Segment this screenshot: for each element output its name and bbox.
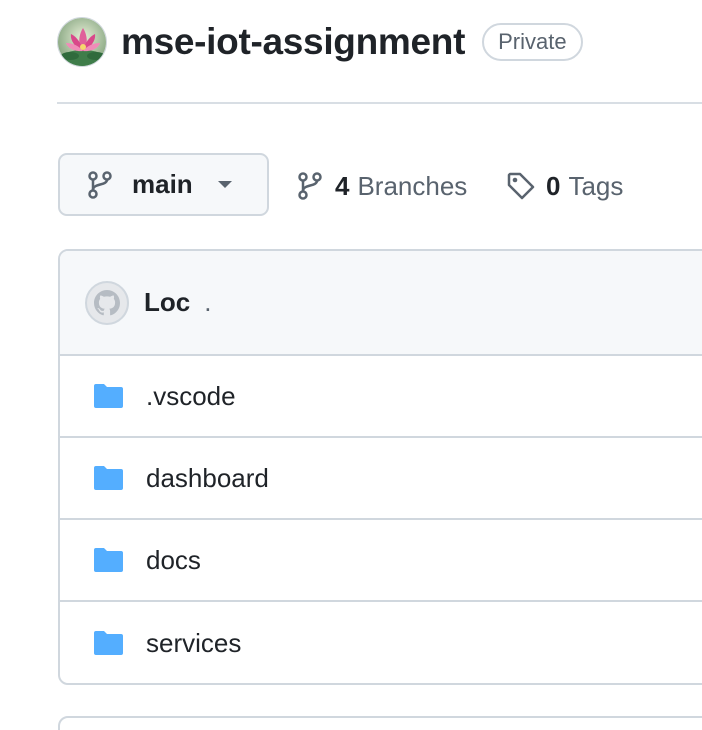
caret-down-icon	[217, 180, 232, 188]
current-branch-label: main	[132, 169, 193, 199]
repo-page: mse-iot-assignment Private main 4 Branch…	[0, 0, 702, 730]
header-divider	[57, 102, 702, 104]
lotus-avatar-icon	[58, 18, 106, 66]
folder-icon	[94, 631, 123, 655]
file-row[interactable]: dashboard	[60, 438, 702, 520]
folder-icon	[94, 548, 123, 572]
branch-select-button[interactable]: main	[58, 153, 269, 216]
github-octocat-icon	[87, 282, 127, 323]
file-row[interactable]: docs	[60, 520, 702, 602]
git-branch-icon	[298, 172, 322, 200]
file-row[interactable]: services	[60, 602, 702, 683]
file-name[interactable]: .vscode	[146, 381, 236, 412]
repo-header: mse-iot-assignment Private	[57, 15, 583, 69]
branches-link[interactable]: 4 Branches	[297, 166, 467, 206]
file-name[interactable]: dashboard	[146, 463, 269, 494]
visibility-badge: Private	[482, 23, 583, 61]
branches-label: Branches	[357, 170, 468, 201]
git-branch-icon	[88, 170, 112, 199]
tag-icon	[507, 172, 535, 200]
repo-title[interactable]: mse-iot-assignment	[121, 21, 465, 63]
file-browser: Loc . .vscode dashboard docs services	[58, 249, 702, 685]
branch-count: 4	[335, 170, 350, 201]
tags-link[interactable]: 0 Tags	[506, 166, 623, 206]
readme-box	[58, 716, 702, 730]
folder-icon	[94, 466, 123, 490]
latest-commit-row: Loc .	[60, 251, 702, 356]
file-name[interactable]: docs	[146, 545, 201, 576]
owner-avatar[interactable]	[57, 17, 107, 67]
commit-author[interactable]: Loc	[144, 287, 190, 318]
file-row[interactable]: .vscode	[60, 356, 702, 438]
commit-message[interactable]: .	[204, 287, 211, 318]
commit-author-avatar[interactable]	[85, 280, 129, 325]
tag-count: 0	[546, 170, 561, 201]
file-name[interactable]: services	[146, 628, 241, 659]
tags-label: Tags	[568, 170, 624, 201]
folder-icon	[94, 384, 123, 408]
